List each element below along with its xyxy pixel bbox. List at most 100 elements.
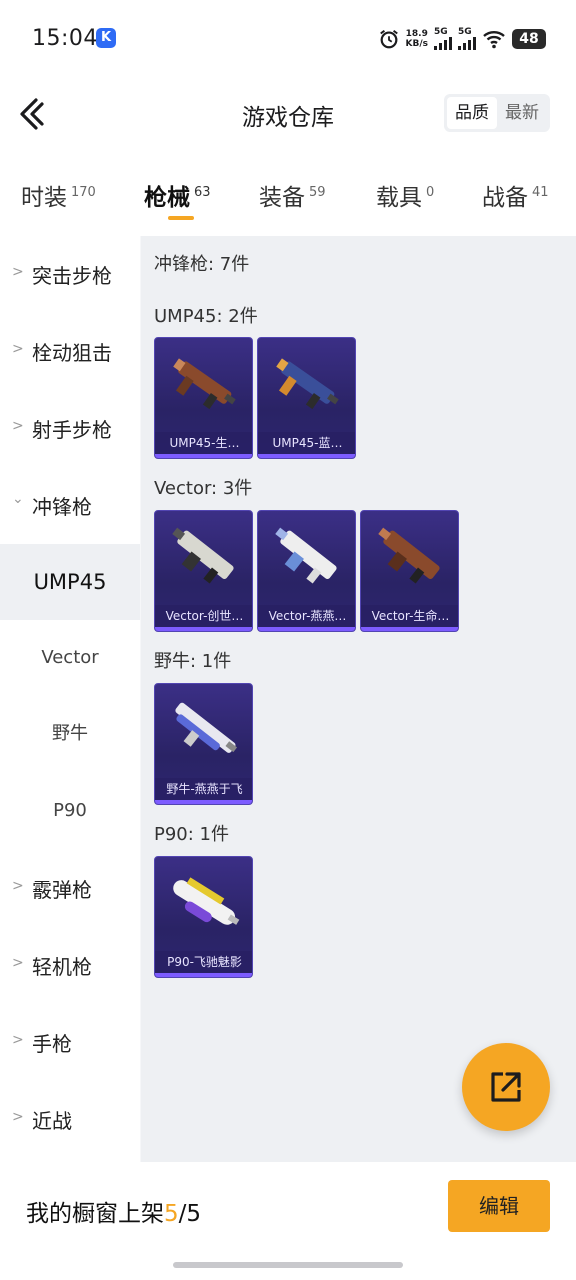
item-card[interactable]: Vector-燕燕… bbox=[257, 510, 356, 632]
showcase-label: 我的橱窗上架 bbox=[26, 1201, 164, 1227]
tab-label: 时装 bbox=[21, 185, 67, 211]
smg-skin-image bbox=[173, 358, 236, 410]
showcase-bar: 我的橱窗上架5/5 编辑 bbox=[0, 1162, 576, 1280]
signal-sim2-icon: 5G bbox=[458, 28, 476, 50]
sidebar-item-label: 霰弹枪 bbox=[32, 878, 92, 902]
tab-label: 战备 bbox=[482, 185, 528, 211]
signal-sim1-icon: 5G bbox=[434, 28, 452, 50]
category-tabs: 时装 170 枪械 63 装备 59 载具 0 战备 41 bbox=[0, 156, 576, 236]
tab-count: 59 bbox=[309, 185, 326, 200]
status-icons: 18.9 KB/s 5G 5G 48 bbox=[378, 26, 546, 52]
battery-icon: 48 bbox=[512, 29, 546, 49]
alarm-icon bbox=[379, 29, 398, 49]
tab-count: 170 bbox=[71, 185, 96, 200]
item-card[interactable]: UMP45-生… bbox=[154, 337, 253, 459]
sidebar-item-pistol[interactable]: > 手枪 bbox=[0, 1004, 140, 1080]
net-speed: 18.9 KB/s bbox=[406, 29, 428, 49]
sidebar-item-label: 冲锋枪 bbox=[32, 495, 92, 519]
net-speed-unit: KB/s bbox=[405, 39, 428, 49]
tab-equipment[interactable]: 装备 59 bbox=[259, 178, 326, 212]
edit-button[interactable]: 编辑 bbox=[448, 1180, 550, 1232]
tab-supplies[interactable]: 战备 41 bbox=[482, 178, 549, 212]
item-grid-panel: 冲锋枪: 7件 UMP45: 2件 UMP45-生… UMP45-蓝… Vect… bbox=[141, 236, 576, 1162]
chevron-right-icon: > bbox=[12, 341, 24, 357]
chevron-right-icon: > bbox=[12, 418, 24, 434]
item-name: Vector-生命… bbox=[361, 605, 458, 627]
sidebar-item-label: 射手步枪 bbox=[32, 418, 112, 442]
smg-skin-image bbox=[276, 358, 339, 410]
tab-vehicles[interactable]: 载具 0 bbox=[376, 178, 434, 212]
tab-label: 载具 bbox=[376, 185, 422, 211]
share-external-icon bbox=[491, 1072, 521, 1102]
tab-fashion[interactable]: 时装 170 bbox=[21, 178, 96, 212]
item-name: UMP45-生… bbox=[155, 432, 252, 454]
sim2-label: 5G bbox=[458, 27, 472, 37]
sidebar-item-label: 栓动狙击 bbox=[32, 341, 112, 365]
sidebar-subitem-ump45[interactable]: UMP45 bbox=[0, 544, 140, 620]
showcase-total-count: /5 bbox=[178, 1201, 202, 1227]
tab-count: 41 bbox=[532, 185, 549, 200]
sidebar-item-marksman-rifle[interactable]: > 射手步枪 bbox=[0, 390, 140, 466]
chevron-right-icon: > bbox=[12, 1032, 24, 1048]
tab-label: 装备 bbox=[259, 185, 305, 211]
sim1-label: 5G bbox=[434, 27, 448, 37]
sidebar-item-bolt-sniper[interactable]: > 栓动狙击 bbox=[0, 313, 140, 389]
item-name: UMP45-蓝… bbox=[258, 432, 355, 454]
sidebar-item-label: 手枪 bbox=[32, 1032, 72, 1056]
sidebar-item-assault-rifle[interactable]: > 突击步枪 bbox=[0, 236, 140, 312]
item-card[interactable]: UMP45-蓝… bbox=[257, 337, 356, 459]
group-title-p90: P90: 1件 bbox=[154, 824, 229, 845]
item-name: P90-飞驰魅影 bbox=[155, 951, 252, 973]
sort-quality-button[interactable]: 品质 bbox=[447, 97, 497, 129]
tab-firearms[interactable]: 枪械 63 bbox=[144, 178, 211, 212]
sidebar-item-label: 近战 bbox=[32, 1109, 72, 1133]
sidebar-item-label: 轻机枪 bbox=[32, 955, 92, 979]
group-title-ump45: UMP45: 2件 bbox=[154, 306, 258, 327]
sidebar-subitem-p90[interactable]: P90 bbox=[0, 773, 140, 849]
weapon-category-sidebar: > 突击步枪 > 栓动狙击 > 射手步枪 ⌄ 冲锋枪 UMP45 Vector … bbox=[0, 236, 140, 1162]
showcase-current-count: 5 bbox=[164, 1201, 179, 1227]
item-name: Vector-创世… bbox=[155, 605, 252, 627]
chevron-right-icon: > bbox=[12, 264, 24, 280]
item-card[interactable]: 野牛-燕燕于飞 bbox=[154, 683, 253, 805]
active-tab-indicator bbox=[168, 216, 194, 220]
smg-skin-image bbox=[173, 877, 240, 925]
smg-skin-image bbox=[172, 527, 234, 584]
item-card[interactable]: P90-飞驰魅影 bbox=[154, 856, 253, 978]
smg-skin-image bbox=[275, 527, 337, 584]
app-notification-icon: K bbox=[96, 28, 116, 48]
share-fab-button[interactable] bbox=[462, 1043, 550, 1131]
sidebar-item-label: 突击步枪 bbox=[32, 264, 112, 288]
chevron-right-icon: > bbox=[12, 955, 24, 971]
wifi-icon bbox=[483, 31, 505, 49]
sidebar-item-shotgun[interactable]: > 霰弹枪 bbox=[0, 850, 140, 926]
sidebar-subitem-vector[interactable]: Vector bbox=[0, 620, 140, 696]
group-title-bizon: 野牛: 1件 bbox=[154, 651, 232, 672]
chevron-right-icon: > bbox=[12, 1109, 24, 1125]
smg-skin-image bbox=[378, 527, 440, 584]
group-title-vector: Vector: 3件 bbox=[154, 478, 253, 499]
status-bar: 15:04 K 18.9 KB/s 5G 5G 48 bbox=[0, 0, 576, 72]
item-name: Vector-燕燕… bbox=[258, 605, 355, 627]
sidebar-item-melee[interactable]: > 近战 bbox=[0, 1081, 140, 1157]
category-summary: 冲锋枪: 7件 bbox=[154, 254, 250, 275]
sidebar-subitem-bizon[interactable]: 野牛 bbox=[0, 696, 140, 772]
item-name: 野牛-燕燕于飞 bbox=[155, 778, 252, 800]
app-header: 游戏仓库 品质 最新 bbox=[0, 72, 576, 156]
chevron-down-icon: ⌄ bbox=[12, 491, 24, 507]
sort-toggle: 品质 最新 bbox=[444, 94, 550, 132]
smg-skin-image bbox=[175, 702, 238, 753]
home-indicator[interactable] bbox=[173, 1262, 403, 1268]
sort-newest-button[interactable]: 最新 bbox=[497, 97, 547, 129]
item-card[interactable]: Vector-生命… bbox=[360, 510, 459, 632]
status-time: 15:04 bbox=[32, 26, 98, 51]
net-speed-value: 18.9 bbox=[405, 29, 428, 39]
chevron-right-icon: > bbox=[12, 878, 24, 894]
tab-label: 枪械 bbox=[144, 185, 190, 211]
sidebar-item-smg[interactable]: ⌄ 冲锋枪 bbox=[0, 467, 140, 543]
sidebar-item-lmg[interactable]: > 轻机枪 bbox=[0, 927, 140, 1003]
tab-count: 0 bbox=[426, 185, 435, 200]
tab-count: 63 bbox=[194, 185, 211, 200]
item-card[interactable]: Vector-创世… bbox=[154, 510, 253, 632]
showcase-status: 我的橱窗上架5/5 bbox=[26, 1194, 201, 1228]
